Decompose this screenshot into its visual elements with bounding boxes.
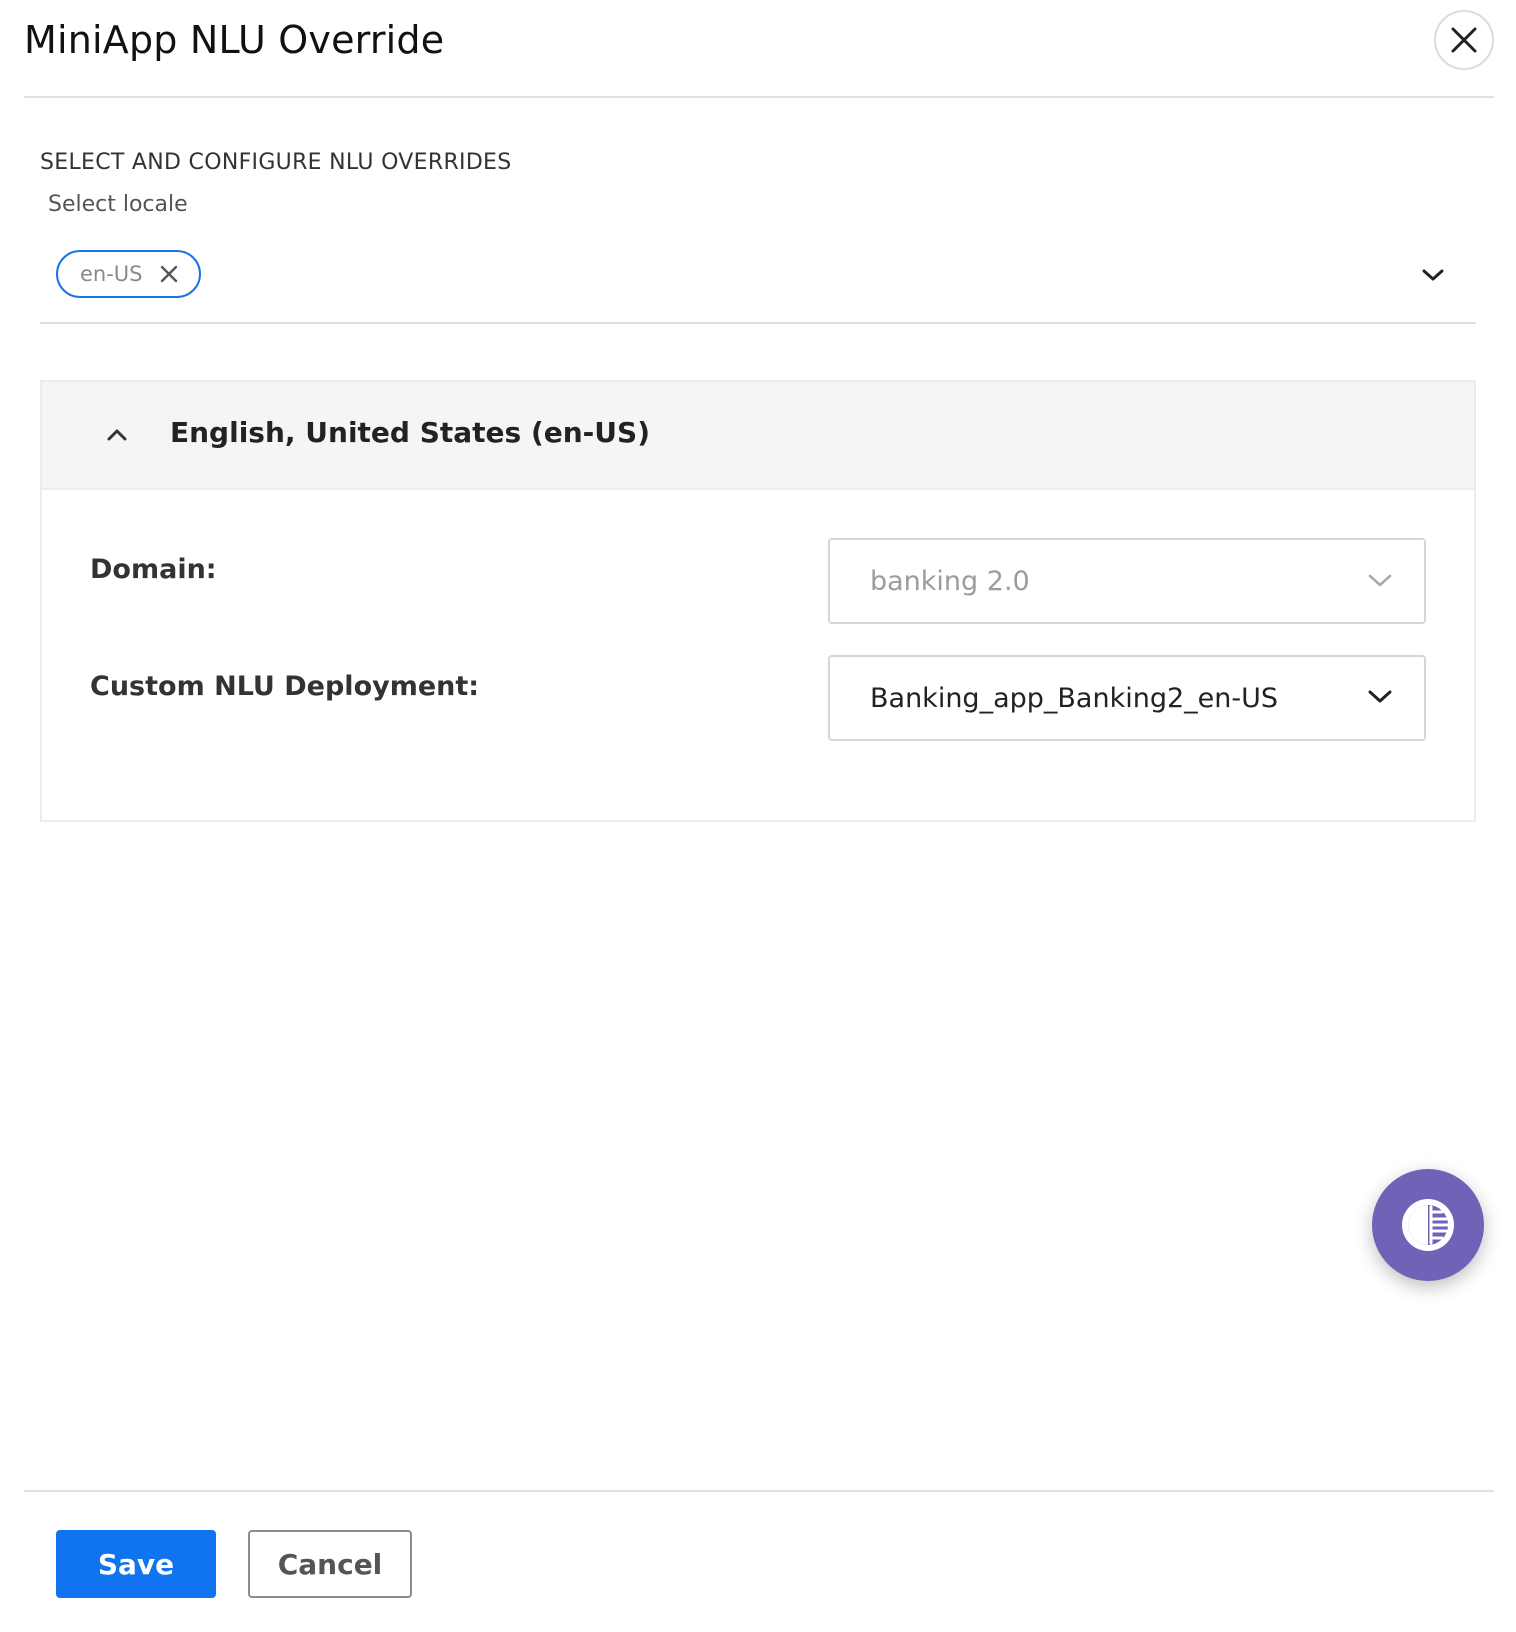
accordion-toggle[interactable] bbox=[100, 418, 134, 452]
ai-assistant-button[interactable] bbox=[1372, 1169, 1484, 1281]
modal-header: MiniApp NLU Override bbox=[24, 0, 1494, 98]
domain-dropdown[interactable]: banking 2.0 bbox=[828, 538, 1426, 624]
deployment-value: Banking_app_Banking2_en-US bbox=[870, 683, 1279, 714]
domain-value: banking 2.0 bbox=[870, 566, 1030, 597]
accordion-header[interactable]: English, United States (en-US) bbox=[42, 382, 1474, 490]
locale-label: Select locale bbox=[48, 192, 188, 217]
deployment-label: Custom NLU Deployment: bbox=[90, 671, 480, 702]
chevron-up-icon bbox=[107, 429, 127, 441]
modal-footer-divider bbox=[24, 1490, 1494, 1492]
locale-dropdown-toggle[interactable] bbox=[1418, 260, 1448, 290]
save-button[interactable]: Save bbox=[56, 1530, 216, 1598]
ai-assistant-icon bbox=[1402, 1199, 1454, 1251]
chip-remove-button[interactable] bbox=[159, 264, 179, 284]
locale-accordion: English, United States (en-US) Domain: b… bbox=[40, 380, 1476, 822]
accordion-title: English, United States (en-US) bbox=[170, 416, 650, 449]
close-icon bbox=[1451, 27, 1477, 53]
domain-chevron bbox=[1364, 564, 1396, 596]
deployment-dropdown[interactable]: Banking_app_Banking2_en-US bbox=[828, 655, 1426, 741]
deployment-chevron bbox=[1364, 681, 1396, 713]
domain-label: Domain: bbox=[90, 554, 217, 585]
close-icon bbox=[160, 265, 177, 283]
locale-select[interactable]: en-US bbox=[40, 236, 1476, 324]
chevron-down-icon bbox=[1368, 574, 1392, 587]
modal-title: MiniApp NLU Override bbox=[24, 18, 445, 62]
close-button[interactable] bbox=[1434, 10, 1494, 70]
cancel-button[interactable]: Cancel bbox=[248, 1530, 412, 1598]
locale-chip: en-US bbox=[56, 250, 201, 298]
chevron-down-icon bbox=[1368, 690, 1392, 703]
chevron-down-icon bbox=[1422, 269, 1444, 281]
section-heading: SELECT AND CONFIGURE NLU OVERRIDES bbox=[40, 150, 512, 175]
locale-chip-label: en-US bbox=[80, 262, 143, 286]
